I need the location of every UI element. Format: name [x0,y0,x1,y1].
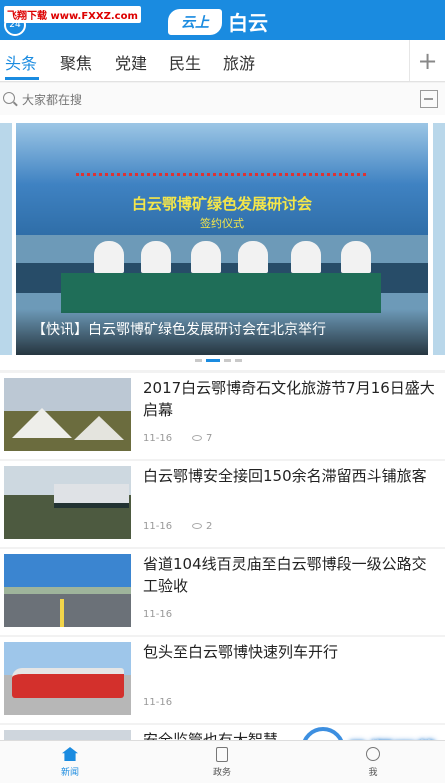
news-title: 省道104线百灵庙至白云鄂博段一级公路交工验收 [143,555,427,595]
news-date: 11-16 [143,697,173,708]
banner-subtitle: 签约仪式 [200,217,244,230]
news-item[interactable]: 包头至白云鄂博快速列车开行 11-16 [0,637,445,723]
mongolian-script-decoration [76,173,366,183]
news-date: 11-16 [143,521,173,532]
plus-icon[interactable]: + [409,40,445,81]
conference-table [61,273,381,313]
carousel-dot-active [206,359,220,362]
attendee-figure [291,241,321,273]
tab-travel[interactable]: 旅游 [223,50,255,74]
document-icon [216,747,228,762]
carousel-indicator [195,359,242,362]
nav-government[interactable]: 政务 [192,747,252,778]
tab-party[interactable]: 党建 [115,50,147,74]
eye-icon [192,435,202,441]
channel-tabs: 头条 聚焦 党建 民生 旅游 + [0,40,445,82]
news-thumbnail [4,554,131,627]
eye-icon [192,523,202,529]
tab-headline[interactable]: 头条 [5,50,37,74]
news-item[interactable]: 省道104线百灵庙至白云鄂博段一级公路交工验收 11-16 [0,549,445,635]
news-date: 11-16 [143,433,173,444]
banner-title: 白云鄂博矿绿色发展研讨会 [131,195,312,213]
news-views: 7 [192,433,212,444]
attendee-figure [191,241,221,273]
carousel-dot [235,359,242,362]
tab-focus[interactable]: 聚焦 [60,50,92,74]
attendee-figure [238,241,268,273]
attendee-figure [341,241,371,273]
attendee-figure [141,241,171,273]
home-icon [62,747,78,761]
news-item[interactable]: 2017白云鄂博奇石文化旅游节7月16日盛大启幕 11-16 7 [0,373,445,459]
news-item[interactable]: 白云鄂博安全接回150余名滞留西斗铺旅客 11-16 2 [0,461,445,547]
app-logo: 云上 白云 [168,7,268,36]
nav-news[interactable]: 新闻 [40,747,100,778]
carousel-caption[interactable]: 【快讯】白云鄂博矿绿色发展研讨会在北京举行 [32,319,326,339]
news-title: 2017白云鄂博奇石文化旅游节7月16日盛大启幕 [143,379,435,419]
news-title: 包头至白云鄂博快速列车开行 [143,643,339,661]
attendee-figure [94,241,124,273]
bottom-nav: 新闻 政务 我 [0,740,445,783]
logo-badge: 云上 [168,8,222,35]
search-bar[interactable]: 大家都在搜 [0,83,445,115]
scan-icon[interactable] [420,90,438,108]
tab-livelihood[interactable]: 民生 [169,50,201,74]
news-carousel[interactable]: 白云鄂博矿绿色发展研讨会 签约仪式 【快讯】白云鄂博矿绿色发展研讨会在北京举行 [0,115,445,370]
carousel-dot [195,359,202,362]
user-icon [366,747,380,761]
news-thumbnail [4,642,131,715]
nav-label: 新闻 [60,768,79,778]
nav-label: 政务 [212,768,231,778]
news-thumbnail [4,378,131,451]
carousel-dot [224,359,231,362]
next-slide-peek[interactable] [433,123,445,355]
search-icon [3,92,15,104]
watermark-label: 飞翔下载 www.FXXZ.com [4,6,141,23]
nav-label: 我 [368,768,378,778]
news-date: 11-16 [143,609,173,620]
prev-slide-peek[interactable] [0,123,12,355]
active-tab-indicator [5,77,39,80]
search-input[interactable]: 大家都在搜 [22,91,82,108]
carousel-slide[interactable]: 白云鄂博矿绿色发展研讨会 签约仪式 【快讯】白云鄂博矿绿色发展研讨会在北京举行 [16,123,428,355]
view-count: 2 [206,521,213,532]
view-count: 7 [206,433,213,444]
logo-text: 白云 [228,11,268,35]
event-banner-image: 白云鄂博矿绿色发展研讨会 签约仪式 [16,123,428,235]
nav-me[interactable]: 我 [343,747,403,778]
news-thumbnail [4,466,131,539]
news-title: 白云鄂博安全接回150余名滞留西斗铺旅客 [143,467,427,485]
news-views: 2 [192,521,212,532]
app-header: 24 飞翔下载 www.FXXZ.com 云上 白云 [0,0,445,40]
